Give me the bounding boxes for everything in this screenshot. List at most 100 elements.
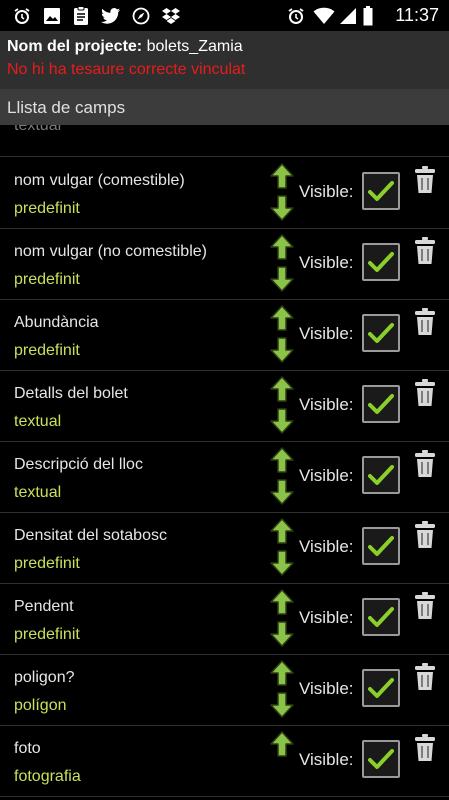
move-down-icon[interactable]: [268, 547, 296, 577]
field-row[interactable]: Pendent predefinit Visible:: [0, 584, 449, 655]
field-name: foto: [14, 740, 41, 757]
status-time: 11:37: [395, 5, 439, 25]
delete-icon[interactable]: [414, 307, 436, 337]
field-name: nom vulgar (no comestible): [14, 243, 207, 260]
field-type: predefinit: [14, 342, 80, 359]
visible-label: Visible:: [299, 679, 354, 698]
checkmark-icon: [368, 678, 394, 698]
checkmark-icon: [368, 394, 394, 414]
visible-label: Visible:: [299, 395, 354, 414]
field-row[interactable]: Abundància predefinit Visible:: [0, 300, 449, 371]
reorder-controls: [268, 304, 296, 364]
reorder-controls: [268, 517, 296, 577]
visible-checkbox[interactable]: [362, 669, 400, 707]
delete-icon[interactable]: [414, 449, 436, 479]
visible-label: Visible:: [299, 608, 354, 627]
move-down-icon[interactable]: [268, 405, 296, 435]
field-row[interactable]: Detalls del bolet textual Visible:: [0, 371, 449, 442]
field-row[interactable]: poligon? polígon Visible:: [0, 655, 449, 726]
delete-icon[interactable]: [414, 733, 436, 763]
visible-checkbox[interactable]: [362, 456, 400, 494]
field-list[interactable]: textual nom vulgar (comestible) predefini…: [0, 125, 449, 800]
delete-icon[interactable]: [414, 165, 436, 195]
move-up-icon[interactable]: [268, 517, 296, 547]
visible-checkbox[interactable]: [362, 314, 400, 352]
move-up-icon[interactable]: [268, 304, 296, 334]
field-type: fotografia: [14, 768, 81, 785]
field-type: predefinit: [14, 271, 80, 288]
image-icon: [42, 6, 62, 26]
checkmark-icon: [368, 536, 394, 556]
visible-checkbox[interactable]: [362, 598, 400, 636]
checkmark-icon: [368, 607, 394, 627]
field-type: predefinit: [14, 555, 80, 572]
move-down-icon[interactable]: [268, 263, 296, 293]
visible-label: Visible:: [299, 182, 354, 201]
alarm-icon: [12, 6, 32, 26]
visible-label: Visible:: [299, 750, 354, 769]
twitter-icon: [101, 6, 121, 26]
field-row[interactable]: Descripció del lloc textual Visible:: [0, 442, 449, 513]
move-up-icon[interactable]: [268, 730, 296, 760]
move-up-icon[interactable]: [268, 233, 296, 263]
field-row[interactable]: Densitat del sotabosc predefinit Visible:: [0, 513, 449, 584]
visible-label: Visible:: [299, 253, 354, 272]
list-item-partial[interactable]: textual: [0, 125, 449, 157]
delete-icon[interactable]: [414, 520, 436, 550]
field-type: predefinit: [14, 200, 80, 217]
field-name: Descripció del lloc: [14, 456, 143, 473]
visible-label: Visible:: [299, 466, 354, 485]
move-up-icon[interactable]: [268, 659, 296, 689]
visible-checkbox[interactable]: [362, 385, 400, 423]
field-row[interactable]: foto fotografia Visible:: [0, 726, 449, 797]
delete-icon[interactable]: [414, 378, 436, 408]
field-type: textual: [14, 484, 62, 501]
field-name: nom vulgar (comestible): [14, 172, 185, 189]
move-down-icon[interactable]: [268, 689, 296, 719]
field-row[interactable]: nom vulgar (no comestible) predefinit Visi…: [0, 229, 449, 300]
move-down-icon[interactable]: [268, 476, 296, 506]
delete-icon[interactable]: [414, 236, 436, 266]
project-name-label: Nom del projecte:: [7, 38, 143, 55]
dropbox-icon: [161, 6, 181, 26]
move-down-icon[interactable]: [268, 334, 296, 364]
project-name-line: Nom del projecte: bolets_Zamia: [7, 38, 442, 60]
field-type: textual: [14, 125, 62, 134]
move-up-icon[interactable]: [268, 375, 296, 405]
thesaurus-warning: No hi ha tesaure correcte vinculat: [7, 61, 246, 78]
field-name: Abundància: [14, 314, 99, 331]
visible-checkbox[interactable]: [362, 243, 400, 281]
visible-label: Visible:: [299, 537, 354, 556]
field-name: poligon?: [14, 669, 75, 686]
project-header: Nom del projecte: bolets_Zamia No hi ha …: [0, 31, 449, 89]
visible-checkbox[interactable]: [362, 527, 400, 565]
move-down-icon[interactable]: [268, 192, 296, 222]
battery-icon: [362, 6, 374, 26]
reorder-controls: [268, 730, 296, 790]
alarm-clock-icon: [286, 6, 306, 26]
field-type: textual: [14, 413, 62, 430]
move-up-icon[interactable]: [268, 588, 296, 618]
delete-icon[interactable]: [414, 591, 436, 621]
checkmark-icon: [368, 323, 394, 343]
visible-checkbox[interactable]: [362, 740, 400, 778]
reorder-controls: [268, 375, 296, 435]
reorder-controls: [268, 446, 296, 506]
reorder-controls: [268, 233, 296, 293]
field-row[interactable]: nom vulgar (comestible) predefinit Visible…: [0, 158, 449, 229]
signal-icon: [338, 6, 358, 26]
checkmark-icon: [368, 181, 394, 201]
field-name: Densitat del sotabosc: [14, 527, 167, 544]
project-name-value: bolets_Zamia: [146, 38, 243, 55]
reorder-controls: [268, 162, 296, 222]
delete-icon[interactable]: [414, 662, 436, 692]
reorder-controls: [268, 659, 296, 719]
move-up-icon[interactable]: [268, 446, 296, 476]
move-up-icon[interactable]: [268, 162, 296, 192]
field-name: Detalls del bolet: [14, 385, 128, 402]
clipboard-icon: [71, 6, 91, 26]
visible-checkbox[interactable]: [362, 172, 400, 210]
checkmark-icon: [368, 749, 394, 769]
move-down-icon[interactable]: [268, 618, 296, 648]
field-type: predefinit: [14, 626, 80, 643]
